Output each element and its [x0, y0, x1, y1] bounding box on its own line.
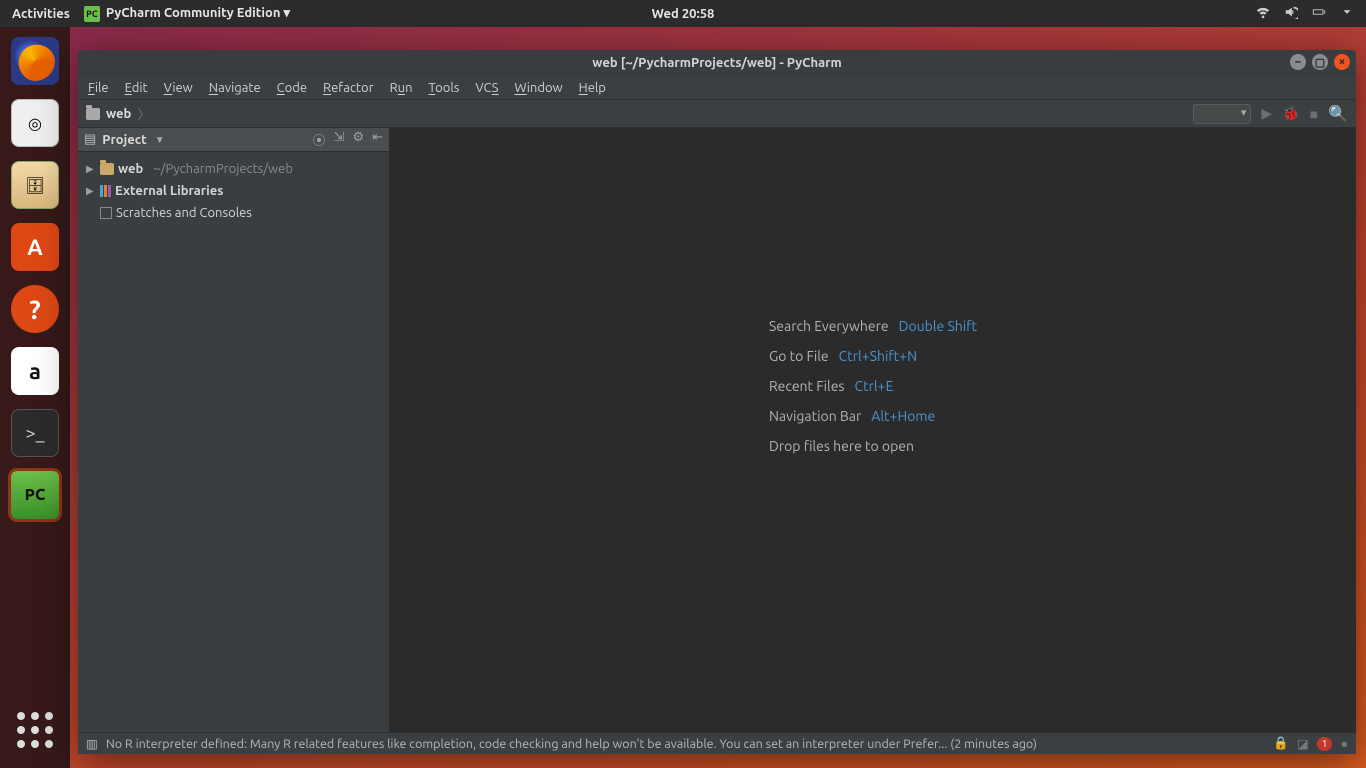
- pycharm-window: web [~/PycharmProjects/web] - PyCharm – …: [78, 50, 1356, 754]
- dock-files[interactable]: 🗄: [11, 161, 59, 209]
- debug-button-icon[interactable]: 🐞: [1282, 105, 1299, 122]
- window-close-button[interactable]: ×: [1334, 54, 1350, 70]
- dock-rhythmbox[interactable]: ◎: [11, 99, 59, 147]
- project-tool-icon: ▤: [84, 132, 96, 147]
- dock-pycharm[interactable]: PC: [11, 471, 59, 519]
- window-titlebar[interactable]: web [~/PycharmProjects/web] - PyCharm – …: [78, 50, 1356, 76]
- tree-external-label: External Libraries: [115, 184, 223, 198]
- status-error-badge[interactable]: 1: [1317, 737, 1333, 751]
- scratches-icon: [100, 207, 112, 219]
- gnome-topbar: Activities PC PyCharm Community Edition …: [0, 0, 1366, 27]
- search-everywhere-icon[interactable]: 🔍: [1328, 104, 1348, 123]
- menu-bar: File Edit View Navigate Code Refactor Ru…: [78, 76, 1356, 100]
- hint-navbar-key: Alt+Home: [871, 408, 935, 424]
- battery-icon[interactable]: [1312, 5, 1326, 22]
- dock-software[interactable]: A: [11, 223, 59, 271]
- status-inspector-icon[interactable]: ◪: [1297, 736, 1309, 751]
- hint-recent-label: Recent Files: [769, 378, 845, 394]
- dock-terminal[interactable]: >_: [11, 409, 59, 457]
- menu-edit[interactable]: Edit: [125, 81, 148, 95]
- project-tool-window: ▤ Project ▼ ⦿ ⇲ ⚙ ⇤ ▶ web ~/PycharmProje…: [78, 128, 390, 732]
- pycharm-badge-icon: PC: [84, 6, 100, 22]
- tree-root-name: web: [118, 162, 143, 176]
- menu-help[interactable]: Help: [579, 81, 606, 95]
- project-view-dropdown-icon[interactable]: ▼: [155, 134, 165, 146]
- hint-goto-label: Go to File: [769, 348, 829, 364]
- stop-button-icon[interactable]: ■: [1310, 106, 1318, 122]
- menu-vcs[interactable]: VCS: [475, 81, 498, 95]
- settings-gear-icon[interactable]: ⚙: [352, 130, 364, 149]
- hint-search-label: Search Everywhere: [769, 318, 889, 334]
- activities-button[interactable]: Activities: [12, 7, 70, 21]
- window-title: web [~/PycharmProjects/web] - PyCharm: [592, 56, 841, 70]
- tree-root[interactable]: ▶ web ~/PycharmProjects/web: [82, 158, 385, 180]
- ubuntu-dock: ◎ 🗄 A ? a >_ PC: [0, 27, 70, 768]
- folder-icon: [86, 108, 100, 120]
- editor-hints: Search Everywhere Double Shift Go to File…: [769, 318, 977, 454]
- status-bar: ▥ No R interpreter defined: Many R relat…: [78, 732, 1356, 754]
- menu-file[interactable]: File: [88, 81, 109, 95]
- status-message[interactable]: No R interpreter defined: Many R related…: [106, 737, 1266, 751]
- app-menu-label: PyCharm Community Edition ▾: [106, 6, 290, 21]
- hint-recent-key: Ctrl+E: [855, 378, 894, 394]
- menu-navigate[interactable]: Navigate: [209, 81, 261, 95]
- volume-icon[interactable]: [1284, 5, 1298, 22]
- run-button-icon[interactable]: ▶: [1261, 105, 1272, 122]
- expand-arrow-icon[interactable]: ▶: [86, 185, 96, 197]
- menu-refactor[interactable]: Refactor: [323, 81, 374, 95]
- run-config-dropdown[interactable]: [1193, 104, 1251, 124]
- menu-tools[interactable]: Tools: [429, 81, 460, 95]
- dock-amazon[interactable]: a: [11, 347, 59, 395]
- clock[interactable]: Wed 20:58: [652, 7, 715, 21]
- chevron-right-icon: 〉: [137, 104, 150, 123]
- tree-external-libraries[interactable]: ▶ External Libraries: [82, 180, 385, 202]
- hint-drop-label: Drop files here to open: [769, 438, 914, 454]
- hint-search-key: Double Shift: [899, 318, 977, 334]
- folder-icon: [100, 163, 114, 175]
- network-icon[interactable]: [1256, 5, 1270, 22]
- status-process-icon[interactable]: ●: [1340, 737, 1348, 751]
- hint-goto-key: Ctrl+Shift+N: [839, 348, 917, 364]
- hide-tool-icon[interactable]: ⇤: [372, 130, 383, 149]
- power-icon[interactable]: [1340, 5, 1354, 22]
- hint-navbar-label: Navigation Bar: [769, 408, 861, 424]
- tree-scratches-label: Scratches and Consoles: [116, 206, 252, 220]
- status-lock-icon[interactable]: 🔒: [1273, 736, 1289, 751]
- window-maximize-button[interactable]: ▢: [1312, 54, 1328, 70]
- libraries-icon: [100, 185, 111, 197]
- project-tree: ▶ web ~/PycharmProjects/web ▶ External L…: [78, 152, 389, 230]
- menu-code[interactable]: Code: [277, 81, 307, 95]
- navigation-bar: web 〉 ▶ 🐞 ■ 🔍: [78, 100, 1356, 128]
- tree-scratches[interactable]: Scratches and Consoles: [82, 202, 385, 224]
- dock-help[interactable]: ?: [11, 285, 59, 333]
- breadcrumb-root[interactable]: web: [106, 107, 131, 121]
- dock-firefox[interactable]: [11, 37, 59, 85]
- project-tool-title[interactable]: Project: [102, 133, 146, 147]
- tree-root-path: ~/PycharmProjects/web: [153, 162, 293, 176]
- menu-run[interactable]: Run: [390, 81, 413, 95]
- app-menu[interactable]: PC PyCharm Community Edition ▾: [84, 6, 290, 22]
- expand-arrow-icon[interactable]: ▶: [86, 163, 96, 175]
- status-toolwindow-icon[interactable]: ▥: [86, 736, 98, 751]
- menu-window[interactable]: Window: [514, 81, 562, 95]
- dock-show-apps[interactable]: [11, 706, 59, 754]
- window-minimize-button[interactable]: –: [1290, 54, 1306, 70]
- editor-empty-state[interactable]: Search Everywhere Double Shift Go to File…: [390, 128, 1356, 732]
- locate-icon[interactable]: ⦿: [313, 130, 326, 149]
- collapse-all-icon[interactable]: ⇲: [334, 130, 345, 149]
- menu-view[interactable]: View: [164, 81, 193, 95]
